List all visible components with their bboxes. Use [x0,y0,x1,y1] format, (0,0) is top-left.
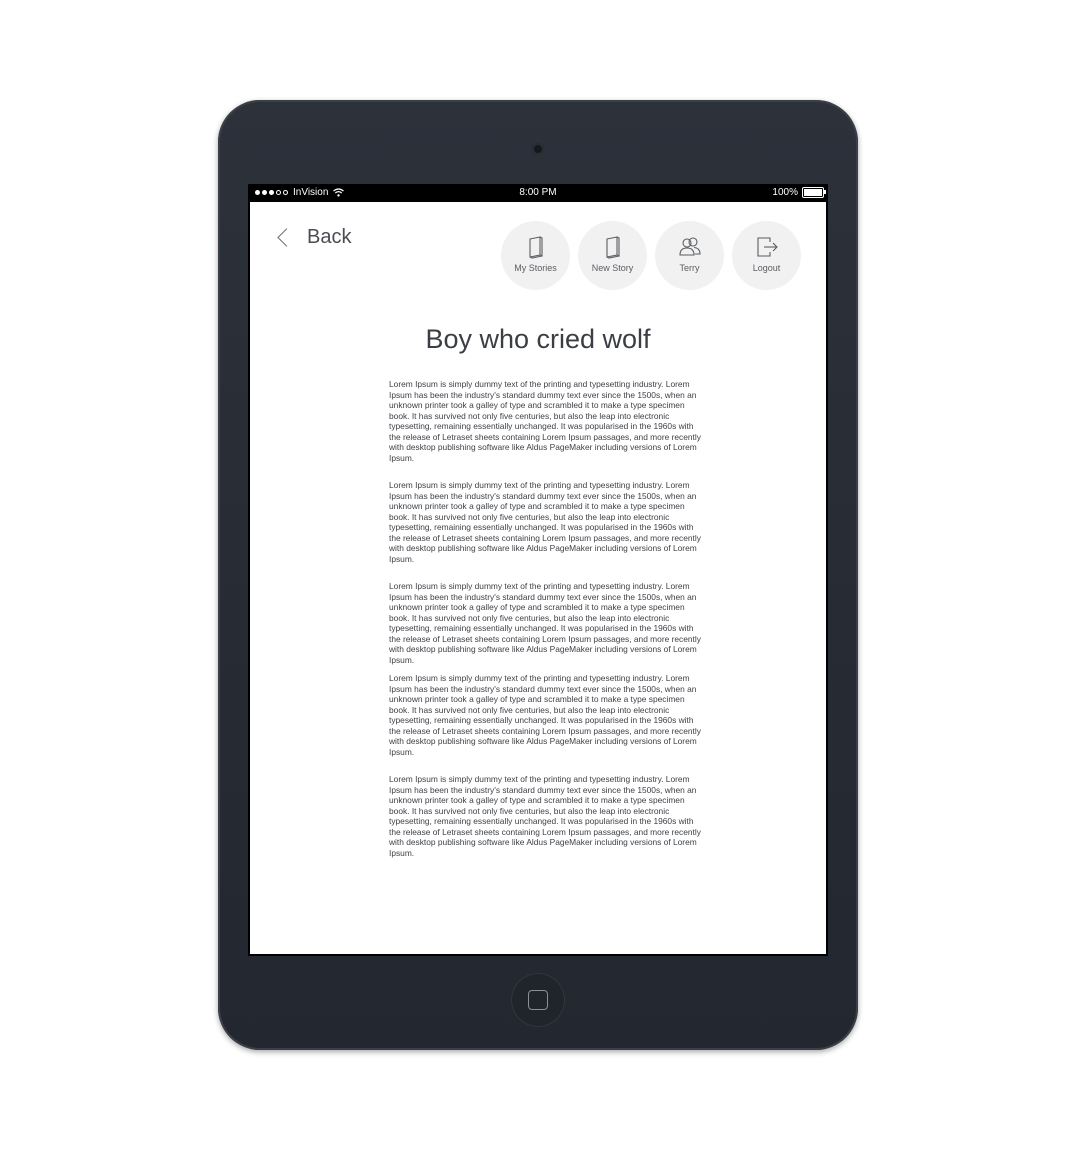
story-paragraph: Lorem Ipsum is simply dummy text of the … [389,379,701,463]
profile-label: Terry [679,263,700,273]
story-view: Back My Stories New Story Terry Logout B… [250,202,826,954]
book-icon [605,236,620,259]
back-button[interactable]: Back [276,226,351,249]
my-stories-button[interactable]: My Stories [501,221,570,290]
logout-label: Logout [752,263,781,273]
story-title: Boy who cried wolf [425,324,651,354]
new-story-label: New Story [591,263,634,273]
back-label: Back [307,226,352,248]
my-stories-label: My Stories [514,263,557,273]
profile-button[interactable]: Terry [655,221,724,290]
battery-percent: 100% [772,187,798,198]
story-paragraph: Lorem Ipsum is simply dummy text of the … [389,581,701,665]
story-body: Lorem Ipsum is simply dummy text of the … [389,379,703,875]
tablet-device: InVision 8:00 PM 100% Back My Stories Ne… [218,100,858,1050]
chevron-left-icon [277,228,296,247]
battery-status: 100% [772,187,826,198]
home-square-icon [528,990,548,1010]
screen: InVision 8:00 PM 100% Back My Stories Ne… [248,184,828,956]
status-time: 8:00 PM [519,187,557,198]
story-paragraph: Lorem Ipsum is simply dummy text of the … [389,480,701,564]
story-paragraph: Lorem Ipsum is simply dummy text of the … [389,673,701,757]
status-bar: InVision 8:00 PM 100% [248,184,828,202]
top-nav: My Stories New Story Terry Logout [501,221,801,290]
users-icon [678,237,701,256]
new-story-button[interactable]: New Story [578,221,647,290]
battery-icon [802,187,826,198]
front-camera [532,143,544,155]
home-button[interactable] [512,974,564,1026]
book-icon [528,236,543,259]
logout-button[interactable]: Logout [732,221,801,290]
story-paragraph: Lorem Ipsum is simply dummy text of the … [389,774,701,858]
logout-icon [756,237,778,257]
